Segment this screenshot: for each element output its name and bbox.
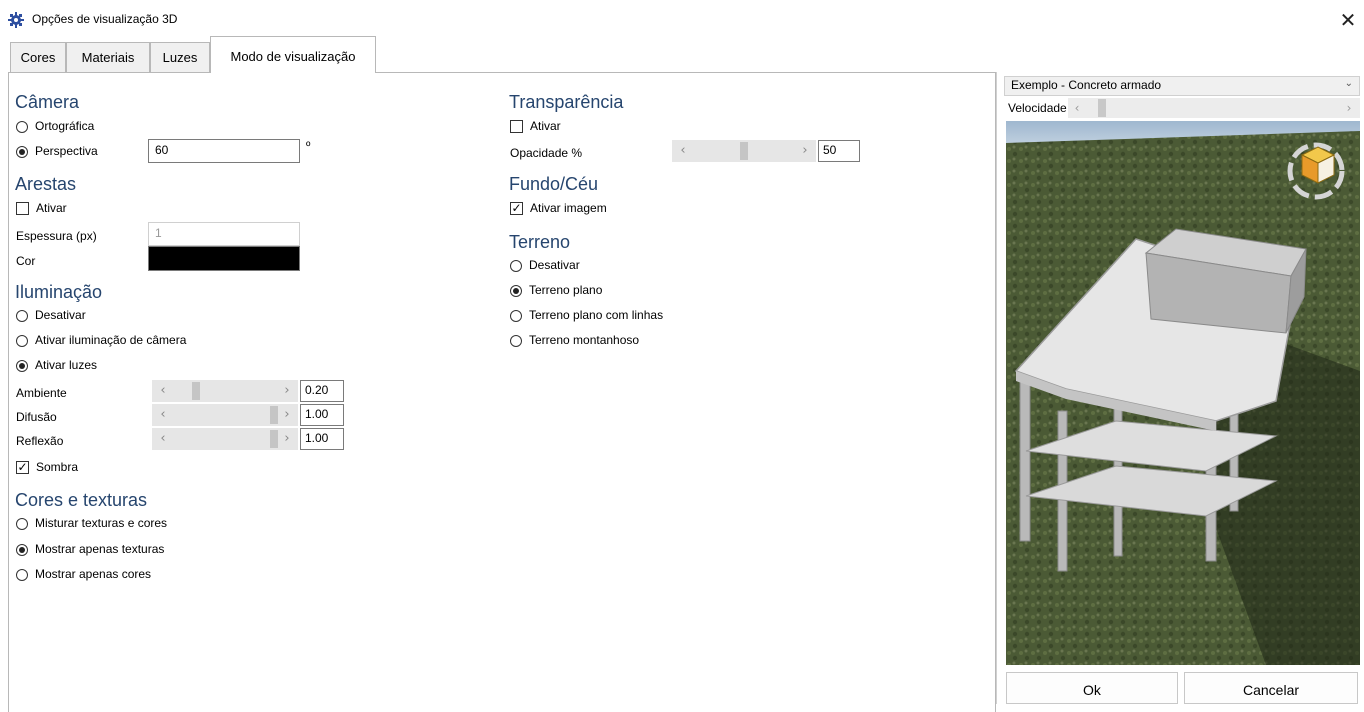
ambient-slider[interactable]: ‹ ›	[152, 380, 298, 402]
edge-color-swatch[interactable]	[148, 246, 300, 271]
edges-heading: Arestas	[15, 174, 77, 194]
opacity-slider[interactable]: ‹ ›	[672, 140, 816, 162]
only-textures-label[interactable]: Mostrar apenas texturas	[35, 542, 164, 556]
ok-button[interactable]: Ok	[1006, 672, 1178, 704]
flat-lines-terrain-label[interactable]: Terreno plano com linhas	[529, 308, 663, 322]
diffuse-left-arrow[interactable]: ‹	[156, 406, 170, 424]
edges-enable-label[interactable]: Ativar	[36, 201, 67, 215]
thickness-label: Espessura (px)	[16, 229, 97, 243]
close-icon[interactable]: ✕	[1336, 8, 1360, 32]
gear-icon	[8, 12, 24, 28]
speed-left-arrow[interactable]: ‹	[1070, 99, 1084, 117]
terrain-heading: Terreno	[509, 232, 571, 252]
ambient-left-arrow[interactable]: ‹	[156, 382, 170, 400]
degree-symbol: º	[306, 139, 311, 153]
ambient-label: Ambiente	[16, 386, 67, 400]
textures-heading: Cores e texturas	[15, 490, 148, 510]
diffuse-right-arrow[interactable]: ›	[280, 406, 294, 424]
ambient-value[interactable]: 0.20	[300, 380, 344, 402]
sky-image-label[interactable]: Ativar imagem	[530, 201, 607, 215]
opacity-value[interactable]: 50	[818, 140, 860, 162]
edges-enable-checkbox[interactable]	[16, 202, 29, 215]
camera-lighting-label[interactable]: Ativar iluminação de câmera	[35, 333, 186, 347]
speed-right-arrow[interactable]: ›	[1342, 99, 1356, 117]
perspective-radio[interactable]	[16, 146, 28, 158]
reflection-value[interactable]: 1.00	[300, 428, 344, 450]
ambient-slider-thumb[interactable]	[192, 382, 200, 400]
only-colors-radio[interactable]	[16, 569, 28, 581]
flat-lines-terrain-radio[interactable]	[510, 310, 522, 322]
reflection-right-arrow[interactable]: ›	[280, 430, 294, 448]
flat-terrain-radio[interactable]	[510, 285, 522, 297]
tab-materiais[interactable]: Materiais	[66, 42, 150, 72]
diffuse-slider-thumb[interactable]	[270, 406, 278, 424]
example-dropdown-value: Exemplo - Concreto armado	[1011, 78, 1162, 92]
opacity-right-arrow[interactable]: ›	[798, 142, 812, 160]
ortho-radio[interactable]	[16, 121, 28, 133]
sky-image-checkbox[interactable]: ✓	[510, 202, 523, 215]
transparency-enable-label[interactable]: Ativar	[530, 119, 561, 133]
edge-color-label: Cor	[16, 254, 36, 268]
camera-lighting-radio[interactable]	[16, 335, 28, 347]
panel-separator	[996, 72, 997, 704]
tab-luzes[interactable]: Luzes	[150, 42, 210, 72]
tab-modo-de-visualizacao[interactable]: Modo de visualização	[210, 36, 376, 73]
3d-scene	[1006, 121, 1360, 665]
camera-heading: Câmera	[15, 92, 80, 112]
reflection-label: Reflexão	[16, 434, 64, 448]
title-bar: Opções de visualização 3D ✕	[0, 0, 1364, 40]
flat-terrain-label[interactable]: Terreno plano	[529, 283, 602, 297]
shadow-checkbox[interactable]: ✓	[16, 461, 29, 474]
ortho-label[interactable]: Ortográfica	[35, 119, 94, 133]
speed-slider[interactable]: ‹ ›	[1068, 98, 1360, 118]
ambient-right-arrow[interactable]: ›	[280, 382, 294, 400]
cancel-button[interactable]: Cancelar	[1184, 672, 1358, 704]
background-heading: Fundo/Céu	[509, 174, 599, 194]
perspective-label[interactable]: Perspectiva	[35, 144, 98, 158]
opacity-left-arrow[interactable]: ‹	[676, 142, 690, 160]
mountain-terrain-radio[interactable]	[510, 335, 522, 347]
chevron-down-icon: ⌄	[1344, 78, 1353, 89]
only-textures-radio[interactable]	[16, 544, 28, 556]
transparency-heading: Transparência	[509, 92, 624, 112]
example-dropdown[interactable]: Exemplo - Concreto armado ⌄	[1004, 76, 1360, 96]
3d-preview-viewport[interactable]	[1006, 121, 1360, 665]
reflection-slider[interactable]: ‹ ›	[152, 428, 298, 450]
lights-on-radio[interactable]	[16, 360, 28, 372]
speed-label: Velocidade	[1008, 101, 1067, 115]
lighting-off-radio[interactable]	[16, 310, 28, 322]
terrain-off-radio[interactable]	[510, 260, 522, 272]
reflection-left-arrow[interactable]: ‹	[156, 430, 170, 448]
mix-textures-label[interactable]: Misturar texturas e cores	[35, 516, 167, 530]
transparency-enable-checkbox[interactable]	[510, 120, 523, 133]
window-title: Opções de visualização 3D	[32, 12, 178, 26]
diffuse-label: Difusão	[16, 410, 57, 424]
reflection-slider-thumb[interactable]	[270, 430, 278, 448]
opacity-slider-thumb[interactable]	[740, 142, 748, 160]
tab-cores[interactable]: Cores	[10, 42, 66, 72]
mountain-terrain-label[interactable]: Terreno montanhoso	[529, 333, 639, 347]
speed-slider-thumb[interactable]	[1098, 99, 1106, 117]
thickness-input[interactable]: 1	[148, 222, 300, 246]
shadow-label[interactable]: Sombra	[36, 460, 78, 474]
diffuse-value[interactable]: 1.00	[300, 404, 344, 426]
lights-on-label[interactable]: Ativar luzes	[35, 358, 97, 372]
opacity-label: Opacidade %	[510, 146, 583, 160]
diffuse-slider[interactable]: ‹ ›	[152, 404, 298, 426]
terrain-off-label[interactable]: Desativar	[529, 258, 580, 272]
lighting-heading: Iluminação	[15, 282, 103, 302]
mix-textures-radio[interactable]	[16, 518, 28, 530]
only-colors-label[interactable]: Mostrar apenas cores	[35, 567, 151, 581]
lighting-off-label[interactable]: Desativar	[35, 308, 86, 322]
fov-input[interactable]: 60	[148, 139, 300, 163]
